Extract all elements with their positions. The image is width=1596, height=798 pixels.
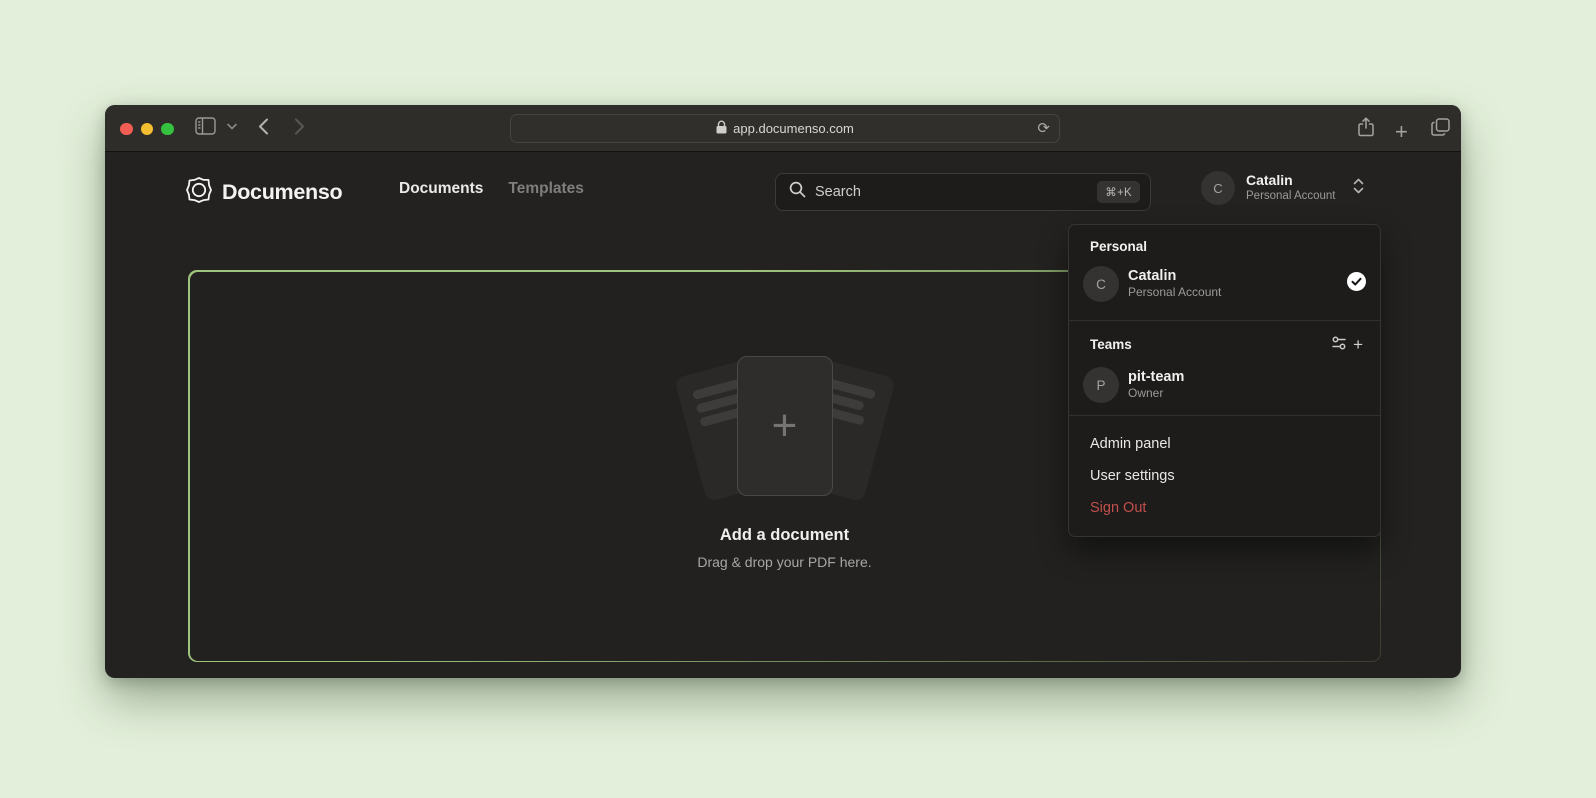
personal-section-label: Personal [1069, 239, 1380, 260]
team-name: pit-team [1128, 368, 1184, 386]
nav-documents[interactable]: Documents [399, 180, 483, 198]
dropzone-subtitle: Drag & drop your PDF here. [697, 554, 871, 570]
new-tab-button[interactable]: + [1395, 119, 1408, 145]
share-button[interactable] [1358, 117, 1374, 137]
search-input[interactable] [815, 184, 1088, 200]
menu-actions: Admin panel User settings Sign Out [1069, 422, 1380, 532]
forward-button[interactable] [294, 118, 305, 135]
address-bar[interactable]: app.documenso.com ⟳ [510, 114, 1060, 143]
search-bar[interactable]: ⌘+K [775, 173, 1151, 211]
chevrons-up-down-icon [1353, 178, 1364, 199]
tab-overview-icon [1431, 118, 1450, 136]
menu-divider [1069, 320, 1380, 321]
menu-item-team-pit-team[interactable]: P pit-team Owner [1069, 361, 1380, 409]
dropzone-title: Add a document [720, 526, 849, 545]
brand[interactable]: Documenso [185, 176, 342, 209]
chevron-right-icon [294, 118, 305, 135]
sliders-icon [1331, 335, 1347, 354]
personal-subtitle: Personal Account [1128, 285, 1221, 301]
window-controls [120, 123, 174, 136]
account-menu: Personal C Catalin Personal Account Team… [1068, 224, 1381, 537]
plus-icon: + [772, 401, 798, 451]
team-avatar: P [1083, 367, 1119, 403]
personal-avatar: C [1083, 266, 1119, 302]
plus-icon: + [1395, 119, 1408, 145]
chevron-down-icon [227, 123, 237, 130]
team-role: Owner [1128, 386, 1184, 402]
fullscreen-window-button[interactable] [161, 123, 174, 136]
sidebar-toggle-button[interactable] [195, 117, 216, 135]
minimize-window-button[interactable] [141, 123, 154, 136]
account-name: Catalin [1246, 172, 1336, 189]
search-shortcut-badge: ⌘+K [1097, 181, 1140, 203]
teams-section: Teams + P pit-team Owner [1069, 327, 1380, 409]
url-text: app.documenso.com [733, 121, 854, 136]
brand-name: Documenso [222, 180, 342, 205]
nav-templates[interactable]: Templates [508, 180, 584, 198]
browser-titlebar: app.documenso.com ⟳ + [105, 105, 1461, 152]
personal-section: Personal C Catalin Personal Account [1069, 225, 1380, 314]
menu-item-personal-account[interactable]: C Catalin Personal Account [1069, 260, 1380, 308]
document-card-center: + [737, 356, 833, 496]
close-window-button[interactable] [120, 123, 133, 136]
plus-icon: + [1353, 336, 1363, 353]
personal-name: Catalin [1128, 267, 1221, 285]
lock-icon [716, 120, 727, 137]
sidebar-toggle-icon [195, 117, 216, 135]
chevron-left-icon [258, 118, 269, 135]
account-avatar: C [1201, 171, 1235, 205]
refresh-icon[interactable]: ⟳ [1037, 119, 1050, 137]
share-icon [1358, 117, 1374, 137]
selected-check-icon [1347, 272, 1366, 296]
account-type: Personal Account [1246, 189, 1336, 204]
document-stack-illustration: + [655, 356, 915, 500]
back-button[interactable] [258, 118, 269, 135]
sidebar-menu-chevron[interactable] [227, 123, 237, 130]
menu-divider [1069, 415, 1380, 416]
search-icon [789, 181, 806, 203]
menu-item-sign-out[interactable]: Sign Out [1069, 492, 1380, 524]
documenso-logo-icon [185, 176, 213, 209]
menu-item-user-settings[interactable]: User settings [1069, 460, 1380, 492]
manage-teams-button[interactable] [1328, 332, 1350, 357]
browser-window: app.documenso.com ⟳ + [105, 105, 1461, 678]
create-team-button[interactable]: + [1350, 333, 1366, 356]
tab-overview-button[interactable] [1431, 118, 1450, 136]
account-menu-button[interactable]: C Catalin Personal Account [1201, 171, 1364, 205]
teams-section-label: Teams [1090, 337, 1328, 352]
menu-item-admin-panel[interactable]: Admin panel [1069, 428, 1380, 460]
main-nav: Documents Templates [399, 180, 584, 198]
